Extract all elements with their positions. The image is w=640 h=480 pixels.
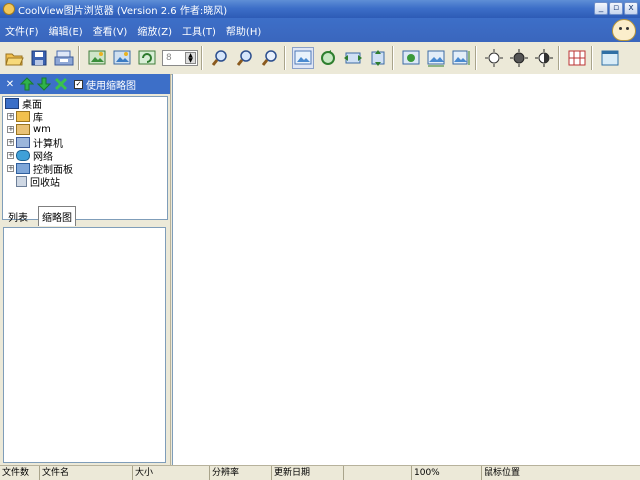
picture-edit-icon[interactable] (400, 47, 422, 69)
zoom-out-icon[interactable] (234, 47, 256, 69)
toolbar-separator (201, 46, 203, 70)
tree-toolbar: ✕ ✓ 使用缩略图 (0, 74, 170, 94)
status-empty (344, 466, 412, 480)
tree-item-wm[interactable]: + wm (7, 123, 51, 135)
flip-horizontal-icon[interactable] (342, 47, 364, 69)
tree-item-label: 回收站 (30, 177, 60, 189)
use-thumbnails-checkbox[interactable]: ✓ (74, 79, 83, 89)
status-bar: 文件数 文件名 大小 分辨率 更新日期 100% 鼠标位置 (0, 465, 640, 480)
toolbar-separator (558, 46, 560, 70)
picture-resize-icon[interactable] (425, 47, 447, 69)
expand-icon[interactable]: + (7, 112, 14, 120)
toolbar-separator (392, 46, 394, 70)
status-file-count: 文件数 (0, 466, 40, 480)
menu-zoom[interactable]: 缩放(Z) (132, 23, 177, 38)
expand-icon[interactable]: + (7, 125, 14, 133)
view-tabs: 列表 缩略图 (2, 206, 168, 226)
menu-file[interactable]: 文件(F) (0, 23, 44, 38)
picture-icon[interactable] (292, 47, 314, 69)
user-folder-icon (16, 123, 30, 135)
arrow-up-icon[interactable] (20, 77, 34, 91)
brightness-up-icon[interactable] (483, 47, 505, 69)
folder-tree[interactable]: 桌面 + 库 + wm + 计算机 + 网络 + 控制面板 回收站 (2, 96, 168, 220)
delete-icon[interactable] (54, 77, 68, 91)
fullscreen-icon[interactable] (599, 47, 621, 69)
use-thumbnails-label: 使用缩略图 (86, 80, 136, 92)
expand-icon[interactable]: + (7, 151, 14, 159)
status-zoom: 100% (412, 466, 482, 480)
tree-item-computer[interactable]: + 计算机 (7, 136, 63, 150)
network-icon (16, 149, 30, 161)
contrast-icon[interactable] (533, 47, 555, 69)
file-list-pane[interactable] (3, 227, 166, 463)
tab-list[interactable]: 列表 (2, 207, 34, 226)
menu-view[interactable]: 查看(V) (88, 23, 133, 38)
spin-buttons[interactable]: ▲ ▼ (185, 52, 196, 64)
tree-item-label: 库 (33, 112, 43, 124)
batch-convert-icon[interactable] (53, 47, 75, 69)
tree-item-network[interactable]: + 网络 (7, 149, 53, 163)
expand-icon[interactable]: + (7, 164, 14, 172)
tree-item-recycle-bin[interactable]: 回收站 (16, 175, 60, 189)
status-mouse-position: 鼠标位置 (484, 468, 521, 478)
mascot-icon (612, 19, 636, 41)
minimize-button[interactable]: _ (594, 2, 608, 15)
image-next-icon[interactable] (111, 47, 133, 69)
menu-bar: 文件(F) 编辑(E) 查看(V) 缩放(Z) 工具(T) 帮助(H) (0, 18, 640, 42)
zoom-in-icon[interactable] (209, 47, 231, 69)
arrow-down-icon[interactable] (37, 77, 51, 91)
zoom-fit-icon[interactable] (259, 47, 281, 69)
toolbar-separator (475, 46, 477, 70)
image-refresh-icon[interactable] (136, 47, 158, 69)
tab-thumbnails[interactable]: 缩略图 (38, 206, 76, 226)
grid-icon[interactable] (566, 47, 588, 69)
toolbar-separator (78, 46, 80, 70)
toolbar: 8 ▲ ▼ (0, 42, 640, 75)
tree-item-library[interactable]: + 库 (7, 110, 43, 124)
computer-icon (16, 136, 30, 148)
status-file-name: 文件名 (40, 466, 133, 480)
image-view-area[interactable] (172, 74, 640, 465)
status-resolution: 分辨率 (210, 466, 272, 480)
save-icon[interactable] (28, 47, 50, 69)
left-panel: ✕ ✓ 使用缩略图 桌面 + 库 + wm + 计算机 + 网络 + 控制面板 … (0, 74, 171, 465)
expand-icon[interactable]: + (7, 138, 14, 146)
maximize-button[interactable]: ▫ (609, 2, 623, 15)
close-button[interactable]: x (624, 2, 638, 15)
tree-item-label: wm (33, 123, 51, 135)
zoom-stepper[interactable]: 8 ▲ ▼ (162, 50, 198, 66)
window-title: CoolView图片浏览器 (Version 2.6 作者:晓风) (18, 5, 228, 17)
menu-tools[interactable]: 工具(T) (177, 23, 221, 38)
tree-item-desktop[interactable]: 桌面 (5, 97, 42, 111)
status-modified-date: 更新日期 (272, 466, 344, 480)
desktop-icon (5, 97, 19, 109)
flip-vertical-icon[interactable] (367, 47, 389, 69)
menu-help[interactable]: 帮助(H) (221, 23, 266, 38)
toolbar-separator (284, 46, 286, 70)
image-prev-icon[interactable] (86, 47, 108, 69)
library-icon (16, 110, 30, 122)
control-panel-icon (16, 162, 30, 174)
rotate-icon[interactable] (317, 47, 339, 69)
tree-item-control-panel[interactable]: + 控制面板 (7, 162, 73, 176)
toolbar-separator (591, 46, 593, 70)
zoom-value: 8 (166, 53, 172, 63)
open-folder-icon[interactable] (3, 47, 25, 69)
brightness-down-icon[interactable] (508, 47, 530, 69)
app-icon (3, 3, 15, 15)
title-bar: CoolView图片浏览器 (Version 2.6 作者:晓风) _ ▫ x (0, 0, 640, 18)
status-size: 大小 (133, 466, 210, 480)
picture-crop-icon[interactable] (450, 47, 472, 69)
close-panel-icon[interactable]: ✕ (3, 77, 17, 91)
menu-edit[interactable]: 编辑(E) (44, 23, 88, 38)
window-controls: _ ▫ x (594, 2, 638, 15)
recycle-bin-icon (16, 175, 27, 187)
